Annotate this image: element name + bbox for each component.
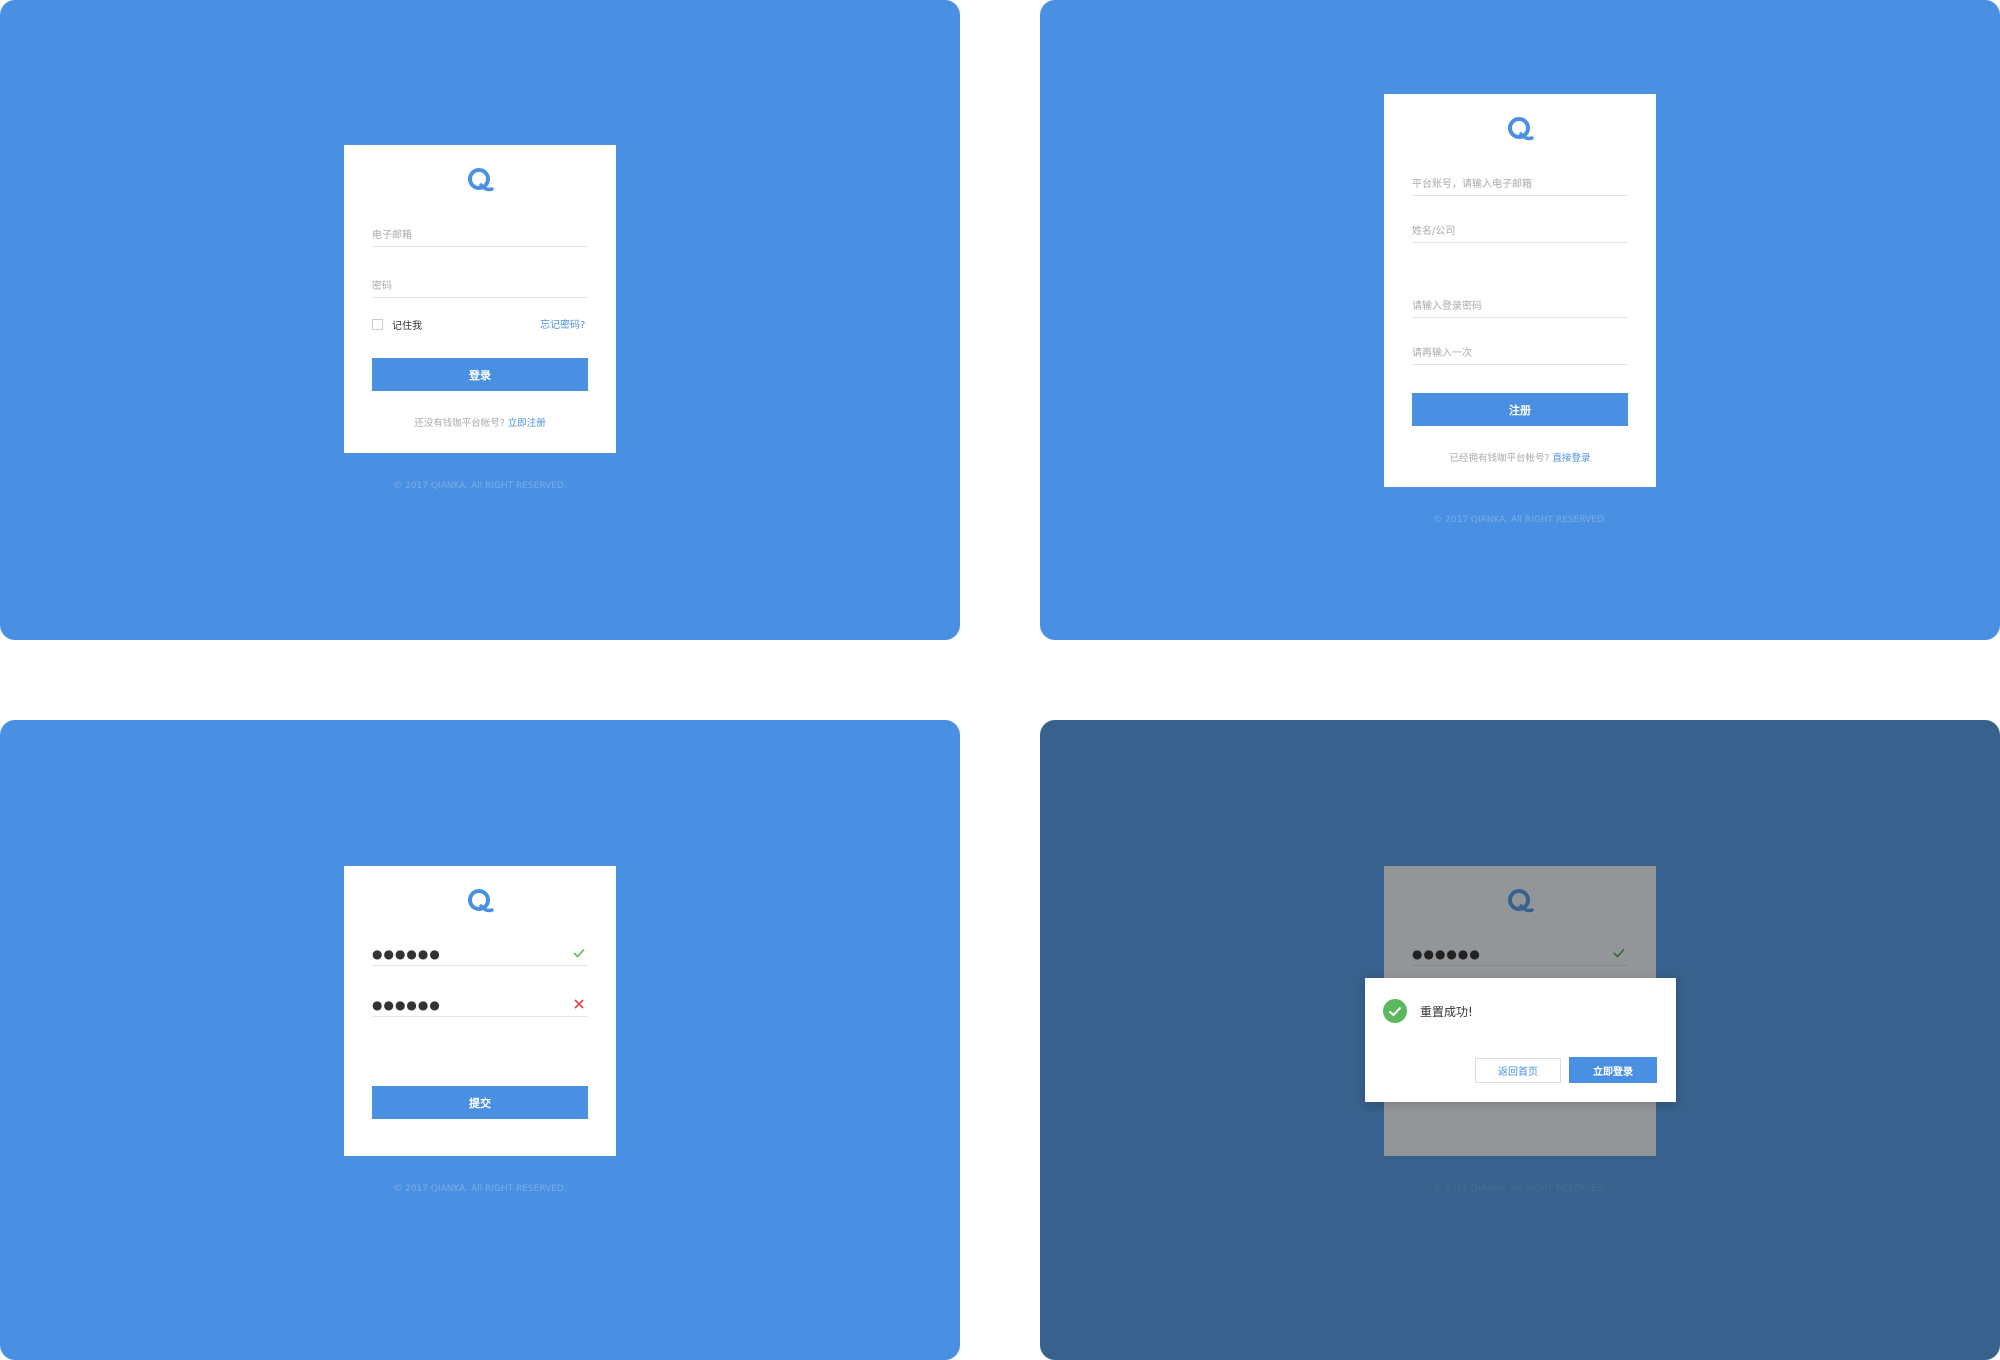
account-field[interactable]: 平台账号，请输入电子邮箱 — [1412, 171, 1628, 196]
name-placeholder: 姓名/公司 — [1412, 226, 1456, 237]
password-field[interactable]: 密码 — [372, 273, 588, 298]
login-prompt: 已经拥有钱咖平台帐号? 直接登录 — [1384, 450, 1656, 464]
qianka-logo-icon — [468, 168, 494, 192]
password-field: ●●●●●● — [1412, 941, 1628, 966]
qianka-logo-icon — [468, 889, 494, 913]
login-panel: 电子邮箱 密码 记住我 忘记密码? 登录 还没有钱咖平台帐号? 立即注册 © 2… — [0, 0, 960, 640]
success-message: 重置成功! — [1420, 1005, 1473, 1019]
confirm-password-placeholder: 请再输入一次 — [1412, 348, 1472, 359]
confirm-password-value: ●●●●●● — [372, 998, 441, 1012]
remember-me[interactable]: 记住我 — [372, 317, 422, 332]
submit-button[interactable]: 提交 — [372, 1086, 588, 1119]
copyright-footer: © 2017 QIANKA. All RIGHT RESERVED. — [393, 481, 567, 491]
qianka-logo-icon — [1508, 889, 1534, 913]
email-placeholder: 电子邮箱 — [372, 230, 412, 241]
copyright-footer: © 2017 QIANKA. All RIGHT RESERVED. — [1433, 515, 1607, 525]
copyright-footer: © 2017 QIANKA. All RIGHT RESERVED. — [1433, 1184, 1607, 1194]
register-prompt-text: 还没有钱咖平台帐号? — [414, 418, 505, 429]
login-prompt-text: 已经拥有钱咖平台帐号? — [1449, 453, 1550, 464]
reset-card: ●●●●●● ●●●●●● 提交 — [344, 866, 616, 1156]
confirm-password-field[interactable]: ●●●●●● — [372, 992, 588, 1017]
check-icon — [1613, 948, 1625, 958]
forgot-password-link[interactable]: 忘记密码? — [540, 316, 585, 331]
account-placeholder: 平台账号，请输入电子邮箱 — [1412, 179, 1532, 190]
new-password-value: ●●●●●● — [372, 947, 441, 961]
direct-login-link[interactable]: 直接登录 — [1553, 453, 1591, 464]
password-placeholder: 请输入登录密码 — [1412, 301, 1482, 312]
name-field[interactable]: 姓名/公司 — [1412, 218, 1628, 243]
password-placeholder: 密码 — [372, 281, 392, 292]
register-prompt: 还没有钱咖平台帐号? 立即注册 — [344, 415, 616, 429]
qianka-logo-icon — [1508, 117, 1534, 141]
register-panel: 平台账号，请输入电子邮箱 姓名/公司 请输入登录密码 请再输入一次 注册 已经拥… — [1040, 0, 2000, 640]
register-card: 平台账号，请输入电子邮箱 姓名/公司 请输入登录密码 请再输入一次 注册 已经拥… — [1384, 94, 1656, 487]
check-icon — [573, 948, 585, 958]
login-card: 电子邮箱 密码 记住我 忘记密码? 登录 还没有钱咖平台帐号? 立即注册 — [344, 145, 616, 453]
confirm-password-field[interactable]: 请再输入一次 — [1412, 340, 1628, 365]
success-check-circle-icon — [1383, 999, 1407, 1023]
reset-panel: ●●●●●● ●●●●●● 提交 © 2017 QIANKA. All RIGH… — [0, 720, 960, 1360]
register-link[interactable]: 立即注册 — [508, 418, 546, 429]
success-dialog: 重置成功! 返回首页 立即登录 — [1365, 978, 1676, 1102]
email-field[interactable]: 电子邮箱 — [372, 222, 588, 247]
remember-checkbox[interactable] — [372, 319, 383, 330]
register-button[interactable]: 注册 — [1412, 393, 1628, 426]
close-icon — [574, 999, 584, 1009]
password-value: ●●●●●● — [1412, 947, 1481, 961]
remember-label: 记住我 — [392, 321, 422, 332]
new-password-field[interactable]: ●●●●●● — [372, 941, 588, 966]
login-button[interactable]: 登录 — [372, 358, 588, 391]
copyright-footer: © 2017 QIANKA. All RIGHT RESERVED. — [393, 1184, 567, 1194]
back-home-button[interactable]: 返回首页 — [1475, 1058, 1561, 1083]
login-now-button[interactable]: 立即登录 — [1569, 1057, 1657, 1083]
password-field[interactable]: 请输入登录密码 — [1412, 293, 1628, 318]
